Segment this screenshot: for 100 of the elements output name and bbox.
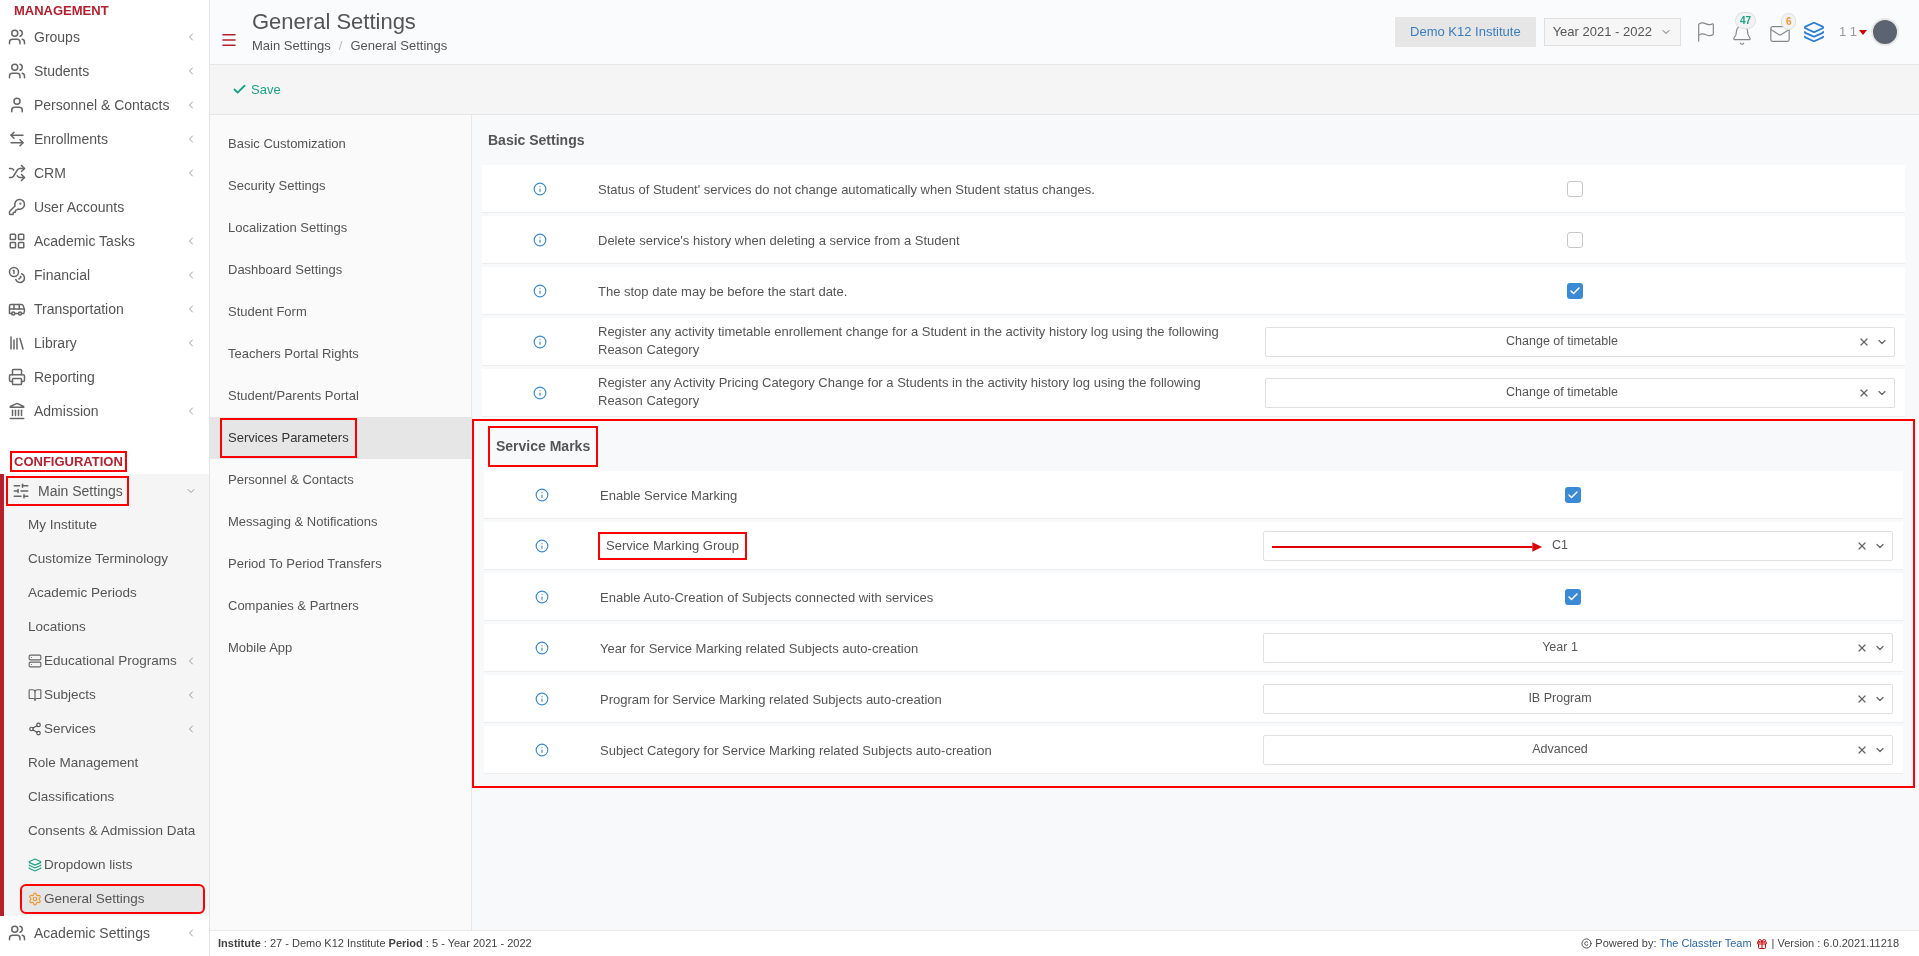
setting-label: Register any Activity Pricing Category Change for a Students in the activity history log using the following Reason Category (598, 373, 1202, 410)
avatar[interactable] (1871, 18, 1899, 46)
menu-item[interactable]: Main Settings (4, 474, 209, 508)
info-icon[interactable] (535, 691, 549, 706)
checkbox[interactable] (1567, 180, 1583, 197)
menu-item[interactable]: Enrollments (0, 122, 209, 156)
settings-nav-item[interactable]: Period To Period Transfers (210, 543, 471, 585)
submenu-item[interactable]: My Institute (22, 512, 203, 538)
submenu-item[interactable]: Educational Programs (22, 648, 203, 674)
menu-item[interactable]: Students (0, 54, 209, 88)
settings-nav-item[interactable]: Services Parameters (210, 417, 471, 459)
sliders-icon (12, 482, 30, 500)
breadcrumb-separator: / (338, 37, 343, 56)
book-icon (28, 688, 42, 702)
settings-nav-item[interactable]: Student Form (210, 291, 471, 333)
menu-item[interactable]: CRM (0, 156, 209, 190)
select-field[interactable]: Change of timetable (1265, 377, 1895, 408)
notification-badge: 47 (1734, 12, 1757, 29)
submenu-item[interactable]: Consents & Admission Data (22, 818, 203, 844)
setting-label: Subject Category for Service Marking related Subjects auto-creation (600, 741, 992, 760)
info-icon[interactable] (535, 742, 549, 757)
select-value: Change of timetable (1506, 384, 1618, 402)
version-text: | Version : 6.0.2021.11218 (1771, 936, 1899, 952)
submenu-item[interactable]: Dropdown lists (22, 852, 203, 878)
grid-icon (8, 232, 26, 250)
section-heading: Service Marks (490, 427, 597, 465)
submenu-item[interactable]: Customize Terminology (22, 546, 203, 572)
settings-nav-item[interactable]: Localization Settings (210, 207, 471, 249)
setting-label: Enable Service Marking (600, 486, 738, 505)
settings-nav-item[interactable]: Teachers Portal Rights (210, 333, 471, 375)
person-icon (8, 96, 26, 114)
users-icon (8, 62, 26, 80)
select-value: Advanced (1532, 741, 1588, 759)
info-icon[interactable] (535, 640, 549, 655)
info-icon[interactable] (535, 487, 549, 502)
layers-icon[interactable] (1802, 21, 1825, 43)
mail-icon[interactable] (1768, 23, 1791, 45)
check-icon (1569, 284, 1581, 297)
menu-item[interactable]: User Accounts (0, 190, 209, 224)
menu-item[interactable]: Groups (0, 20, 209, 54)
menu-item[interactable]: Financial (0, 258, 209, 292)
select-field[interactable]: Change of timetable (1265, 326, 1895, 357)
submenu-item[interactable]: Academic Periods (22, 580, 203, 606)
menu-item[interactable]: Library (0, 326, 209, 360)
submenu-item[interactable]: Services (22, 716, 203, 742)
breadcrumb-item[interactable]: General Settings (350, 36, 448, 56)
setting-label: Status of Student' services do not change automatically when Student status changes. (598, 180, 1095, 199)
select-field[interactable]: IB Program (1263, 683, 1893, 714)
info-icon[interactable] (533, 283, 547, 298)
page-title: General Settings (252, 8, 417, 37)
select-field[interactable]: Advanced (1263, 734, 1893, 765)
settings-nav-item[interactable]: Security Settings (210, 165, 471, 207)
select-field[interactable]: C1 (1263, 530, 1893, 561)
checkbox[interactable] (1565, 486, 1581, 503)
submenu-item[interactable]: Classifications (22, 784, 203, 810)
info-icon[interactable] (533, 334, 547, 349)
settings-nav-item[interactable]: Mobile App (210, 627, 471, 669)
arrows-icon (8, 130, 26, 148)
info-icon[interactable] (535, 538, 549, 553)
check-icon (1567, 488, 1579, 501)
info-icon[interactable] (533, 232, 547, 247)
info-icon[interactable] (533, 385, 547, 400)
menu-item[interactable]: Academic Tasks (0, 224, 209, 258)
settings-nav-item[interactable]: Student/Parents Portal (210, 375, 471, 417)
menu-item[interactable]: Transportation (0, 292, 209, 326)
menu-item[interactable]: Reporting (0, 360, 209, 394)
breadcrumb-item[interactable]: Main Settings (252, 36, 331, 56)
checkbox[interactable] (1567, 231, 1583, 248)
year-select[interactable]: Year 2021 - 2022 (1543, 18, 1681, 46)
settings-nav-item[interactable]: Basic Customization (210, 123, 471, 165)
institute-button[interactable]: Demo K12 Institute (1395, 17, 1536, 47)
info-icon[interactable] (535, 589, 549, 604)
section-title: MANAGEMENT (14, 3, 109, 17)
bell-icon[interactable] (1730, 24, 1753, 46)
select-field[interactable]: Year 1 (1263, 632, 1893, 663)
nodes-icon (28, 722, 42, 736)
menu-item[interactable]: Admission (0, 394, 209, 428)
submenu-item[interactable]: Locations (22, 614, 203, 640)
checkbox[interactable] (1565, 588, 1581, 605)
info-icon[interactable] (533, 181, 547, 196)
settings-nav-item[interactable]: Messaging & Notifications (210, 501, 471, 543)
submenu-item[interactable]: Subjects (22, 682, 203, 708)
shuffle-icon (8, 164, 26, 182)
team-link[interactable]: The Classter Team (1659, 935, 1752, 952)
menu-item[interactable]: Academic Settings (0, 916, 209, 950)
settings-nav-item[interactable]: Dashboard Settings (210, 249, 471, 291)
settings-nav-item[interactable]: Companies & Partners (210, 585, 471, 627)
check-icon (1567, 590, 1579, 603)
submenu-item[interactable]: Role Management (22, 750, 203, 776)
footer-info: Institute : 27 - Demo K12 Institute Period : 5 - Year 2021 - 2022 (218, 936, 532, 952)
checkbox[interactable] (1567, 282, 1583, 299)
copyright-icon (1581, 938, 1593, 949)
menu-icon[interactable] (220, 31, 238, 49)
select-value: Change of timetable (1506, 333, 1618, 351)
printer-icon (8, 368, 26, 386)
submenu-item[interactable]: General Settings (22, 886, 203, 912)
settings-nav-item[interactable]: Personnel & Contacts (210, 459, 471, 501)
books-icon (8, 334, 26, 352)
menu-item[interactable]: Personnel & Contacts (0, 88, 209, 122)
caret-icon (1859, 29, 1867, 35)
